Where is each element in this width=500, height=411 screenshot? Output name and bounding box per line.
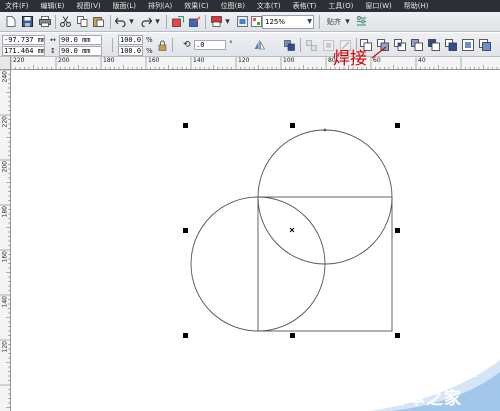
hruler-label: 180 (103, 57, 115, 64)
selection-center-marker[interactable] (289, 227, 295, 233)
undo-icon[interactable] (114, 15, 127, 28)
menu-table[interactable]: 表格(T) (288, 0, 317, 12)
selection-handle[interactable] (395, 333, 400, 338)
rotation-unit: ° (229, 40, 233, 48)
snap-dropdown-icon[interactable]: ▾ (344, 15, 351, 28)
zoom-level-value: 125% (265, 18, 286, 26)
weld-annotation: 焊接 (333, 49, 367, 69)
ruler-corner[interactable] (0, 57, 11, 70)
boundary-icon[interactable] (462, 39, 474, 51)
hruler-label: 100 (283, 57, 295, 64)
copy-icon[interactable] (76, 15, 89, 28)
horizontal-ruler[interactable]: 220 200 180 160 140 120 100 80 60 40 (11, 57, 500, 70)
lock-ratio-icon[interactable] (156, 39, 168, 51)
paste-icon[interactable] (92, 15, 105, 28)
selection-handle[interactable] (290, 123, 295, 128)
cut-icon[interactable] (59, 15, 72, 28)
vruler-label: 180 (1, 206, 9, 218)
watermark-url: jb51.net (421, 366, 478, 380)
hruler-label: 220 (13, 57, 25, 64)
application-launcher-icon[interactable] (236, 15, 249, 28)
vruler-label: 160 (1, 251, 9, 263)
save-icon[interactable] (21, 15, 34, 28)
options-icon[interactable] (355, 15, 368, 28)
vruler-label: 120 (1, 341, 9, 353)
intersect-icon[interactable] (394, 39, 406, 51)
mirror-horizontal-icon[interactable] (253, 39, 265, 51)
export-icon[interactable] (188, 15, 201, 28)
selection-handle[interactable] (395, 123, 400, 128)
hruler-label: 40 (418, 57, 426, 64)
width-field[interactable] (59, 35, 102, 45)
simplify-icon[interactable] (411, 39, 423, 51)
snap-to-button[interactable]: 贴齐 (322, 15, 346, 28)
property-bar: ↔ ↕ % % ⟲ ° (0, 33, 500, 57)
menu-bar: 文件(F) 编辑(E) 视图(V) 版面(L) 排列(A) 效果(C) 位图(B… (0, 0, 500, 12)
selection-handle[interactable] (183, 333, 188, 338)
menu-bitmaps[interactable]: 位图(B) (216, 0, 245, 12)
height-icon: ↕ (50, 47, 56, 55)
ungroup-icon[interactable] (305, 39, 317, 51)
height-field[interactable] (59, 46, 102, 56)
redo-icon[interactable] (140, 15, 153, 28)
hruler-label: 120 (238, 57, 250, 64)
menu-tools[interactable]: 工具(O) (323, 0, 353, 12)
menu-view[interactable]: 视图(V) (71, 0, 100, 12)
create-boundary-icon[interactable] (479, 39, 491, 51)
trim-icon[interactable] (377, 39, 389, 51)
import-icon[interactable] (171, 15, 184, 28)
menu-window[interactable]: 窗口(W) (360, 0, 391, 12)
publish-dropdown-icon[interactable]: ▾ (224, 15, 231, 28)
publish-pdf-icon[interactable] (210, 15, 223, 28)
rotate-icon: ⟲ (183, 40, 191, 50)
front-minus-back-icon[interactable] (428, 39, 440, 51)
hruler-label: 160 (148, 57, 160, 64)
new-file-icon[interactable] (4, 15, 17, 28)
selection-handle[interactable] (183, 228, 188, 233)
selection-handle[interactable] (290, 333, 295, 338)
menu-text[interactable]: 文本(T) (252, 0, 281, 12)
scale-x-field[interactable] (118, 35, 143, 45)
group-icon[interactable] (283, 39, 295, 51)
scale-y-unit: % (146, 47, 153, 55)
snap-to-label: 贴齐 (327, 17, 341, 26)
undo-dropdown-icon[interactable]: ▾ (128, 15, 135, 28)
redo-dropdown-icon[interactable]: ▾ (154, 15, 161, 28)
menu-help[interactable]: 帮助(H) (399, 0, 429, 12)
menu-edit[interactable]: 编辑(E) (36, 0, 65, 12)
menu-file[interactable]: 文件(F) (0, 0, 29, 12)
rotation-field[interactable] (194, 40, 226, 50)
selection-handle[interactable] (395, 228, 400, 233)
print-icon[interactable] (38, 15, 51, 28)
vruler-label: 200 (1, 161, 9, 173)
scale-y-field[interactable] (118, 46, 143, 56)
vruler-label: 240 (1, 71, 9, 83)
hruler-label: 200 (58, 57, 70, 64)
vruler-label: 220 (1, 116, 9, 128)
shape-node[interactable] (323, 128, 327, 132)
menu-arrange[interactable]: 排列(A) (143, 0, 172, 12)
selection-handle[interactable] (183, 123, 188, 128)
standard-toolbar: ▾ ▾ ▾ 125% ▼ 贴齐 ▾ (0, 12, 500, 32)
width-icon: ↔ (50, 36, 56, 44)
scale-x-unit: % (146, 36, 153, 44)
hruler-label: 60 (373, 57, 381, 64)
watermark-text: 脚本之家 (390, 389, 462, 409)
zoom-level-select[interactable]: 125% ▼ (262, 15, 314, 29)
menu-effects[interactable]: 效果(C) (179, 0, 208, 12)
back-minus-front-icon[interactable] (445, 39, 457, 51)
position-x-field[interactable] (2, 35, 45, 45)
vertical-ruler[interactable]: 240 220 200 180 160 140 120 (0, 70, 11, 411)
menu-layout[interactable]: 版面(L) (108, 0, 136, 12)
chevron-down-icon: ▼ (307, 18, 312, 25)
hruler-label: 140 (193, 57, 205, 64)
position-y-field[interactable] (2, 46, 45, 56)
vruler-label: 140 (1, 296, 9, 308)
